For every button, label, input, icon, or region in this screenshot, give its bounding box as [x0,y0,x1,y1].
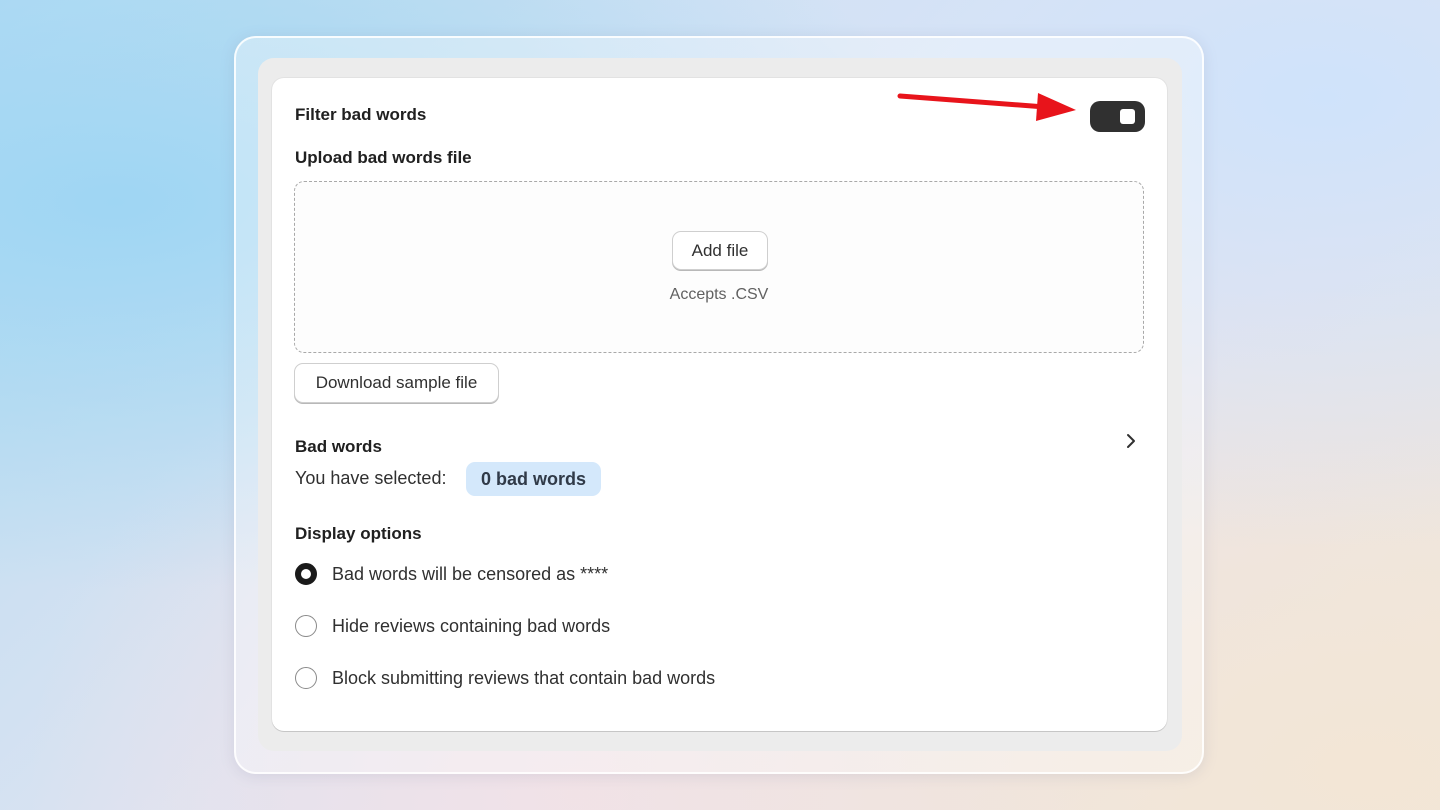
download-sample-button[interactable]: Download sample file [294,363,499,403]
display-option-label: Bad words will be censored as **** [332,563,609,584]
radio-block[interactable] [295,667,317,689]
filter-bad-words-toggle[interactable] [1090,101,1145,132]
accepts-hint: Accepts .CSV [669,286,769,303]
add-file-button[interactable]: Add file [672,231,768,270]
display-options-title: Display options [295,524,422,543]
red-arrow-annotation [897,93,1076,121]
display-option-label: Block submitting reviews that contain ba… [332,667,716,688]
display-option-censor[interactable]: Bad words will be censored as **** [295,561,608,587]
display-option-hide[interactable]: Hide reviews containing bad words [295,613,610,639]
chevron-right-icon[interactable] [1122,432,1140,450]
selected-count-label: You have selected: [295,468,447,488]
radio-censor[interactable] [295,563,317,585]
toggle-knob [1120,109,1135,124]
display-option-block[interactable]: Block submitting reviews that contain ba… [295,665,715,691]
file-dropzone[interactable]: Add file Accepts .CSV [294,181,1144,353]
filter-bad-words-title: Filter bad words [295,105,427,124]
bad-words-title: Bad words [295,437,382,456]
upload-bad-words-title: Upload bad words file [295,148,472,167]
display-option-label: Hide reviews containing bad words [332,615,611,636]
bad-words-settings-card: Filter bad words Upload bad words file A… [272,78,1167,731]
radio-hide[interactable] [295,615,317,637]
selected-count-badge: 0 bad words [466,462,601,496]
